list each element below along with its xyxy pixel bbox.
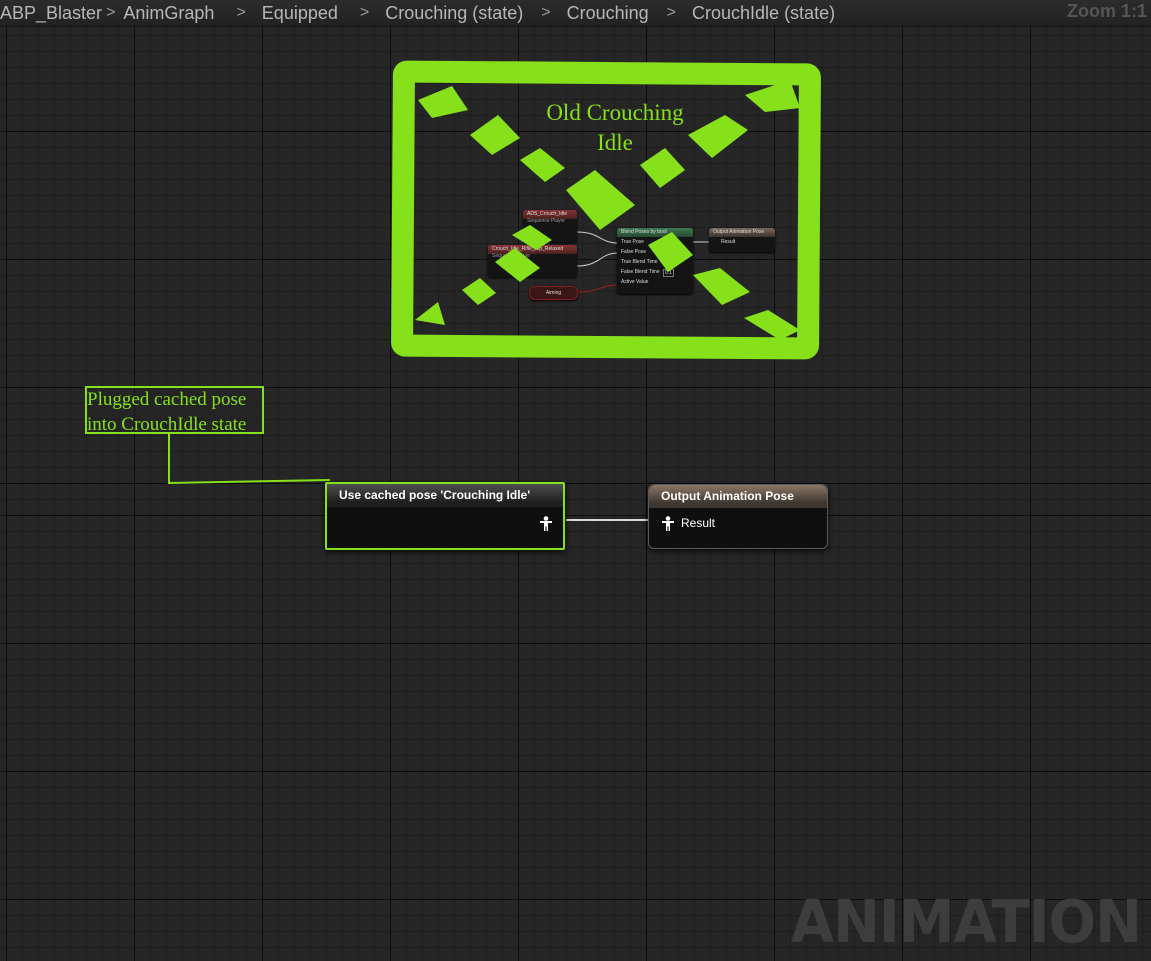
result-pin-label: Result: [681, 516, 716, 530]
pose-pin-icon[interactable]: [539, 516, 553, 535]
sticky-comment-leader: [168, 434, 331, 485]
pose-pin-glyph: [540, 516, 552, 531]
use-cached-pose-node[interactable]: Use cached pose 'Crouching Idle': [325, 482, 565, 550]
pose-wire[interactable]: [566, 519, 650, 521]
pose-pin-icon[interactable]: [661, 516, 675, 535]
node-title: Output Animation Pose: [649, 485, 827, 508]
node-title: Use cached pose 'Crouching Idle': [327, 484, 563, 507]
graph-type-watermark: ANIMATION: [790, 888, 1142, 957]
output-animation-pose-node[interactable]: Output Animation Pose Result: [648, 484, 828, 549]
pose-pin-glyph: [662, 516, 674, 531]
